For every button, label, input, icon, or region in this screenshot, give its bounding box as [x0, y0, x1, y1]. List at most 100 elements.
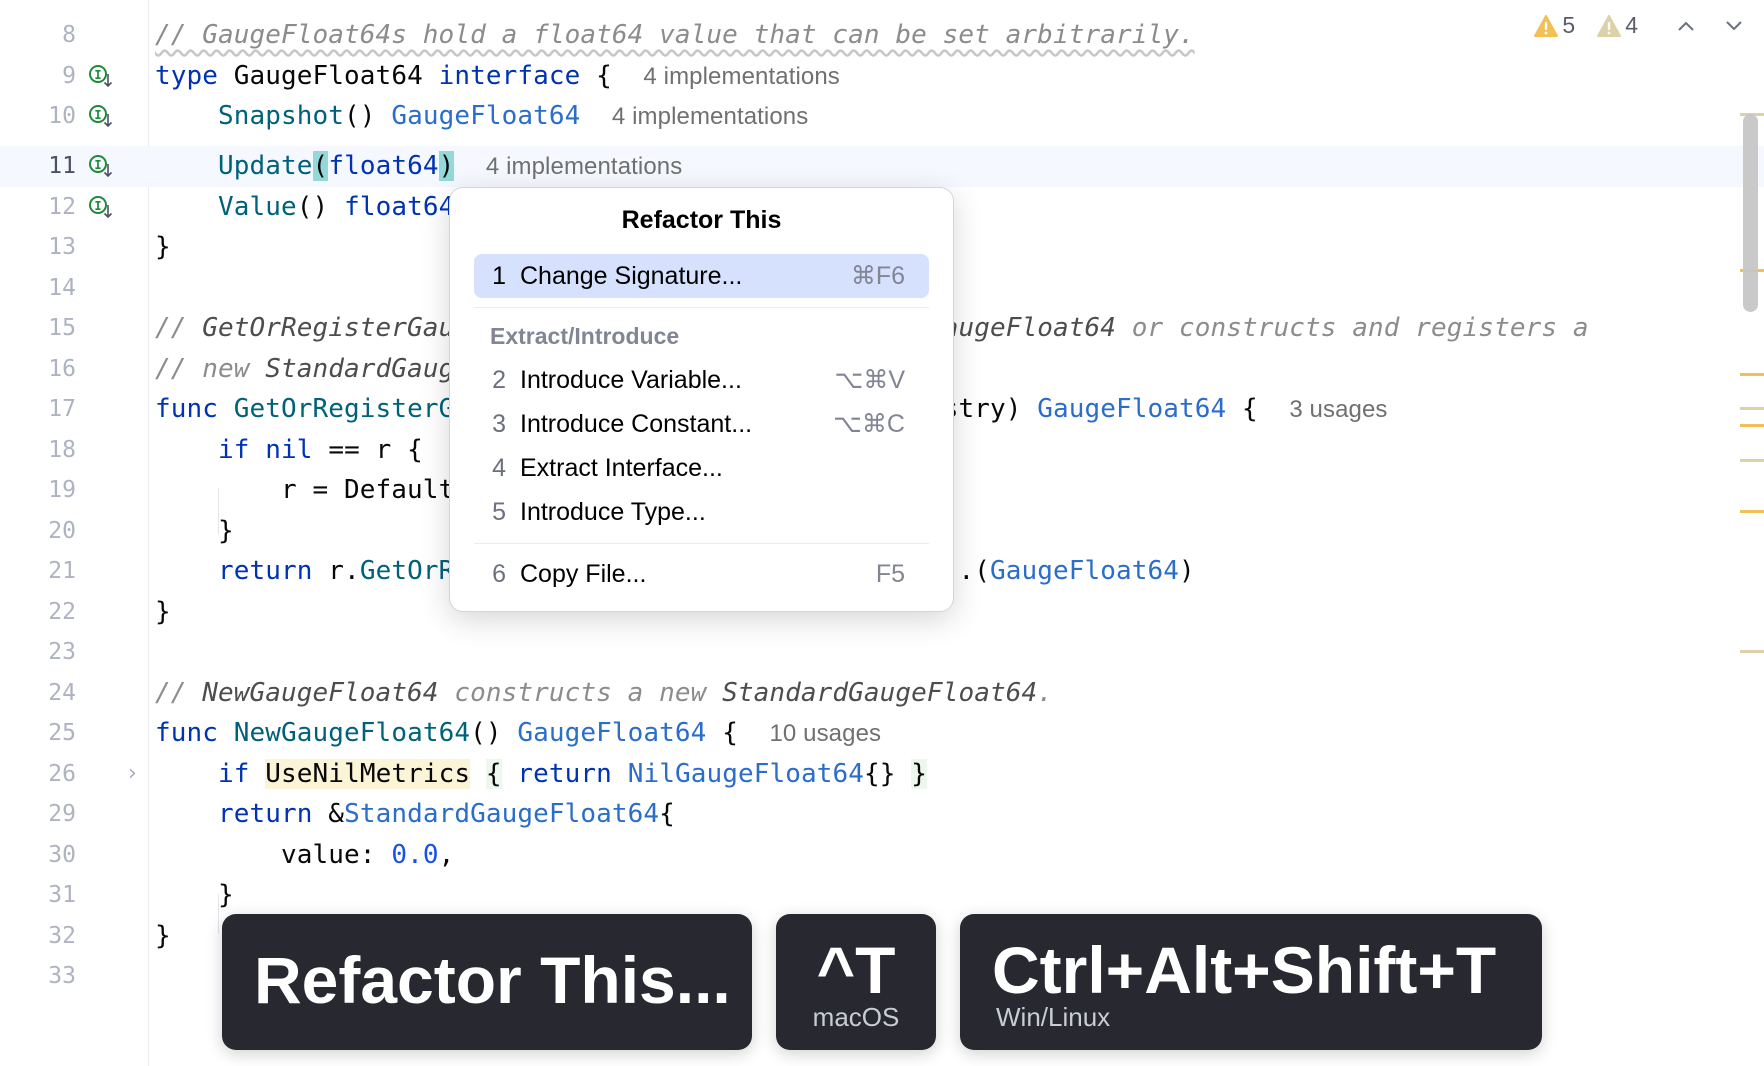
line-number: 32 [48, 922, 76, 949]
line-number: 9 [62, 62, 76, 89]
keyword: func [155, 718, 219, 748]
code-line: 23 [0, 632, 1764, 673]
menu-item-shortcut: ⌥⌘V [834, 366, 905, 394]
code-text[interactable]: } [155, 875, 234, 916]
code-text[interactable]: value: 0.0, [155, 835, 454, 876]
line-number: 24 [48, 679, 76, 706]
line-number: 23 [48, 639, 76, 665]
keyword: if [218, 434, 250, 465]
type-ref: GaugeFloat64 [1037, 394, 1227, 424]
code-text[interactable]: // GaugeFloat64s hold a float64 value th… [155, 15, 1195, 56]
indent-guide [218, 488, 219, 534]
previous-highlight-button[interactable] [1674, 14, 1698, 38]
line-number: 18 [48, 436, 76, 463]
code-text[interactable]: if nil == r { [155, 430, 423, 471]
svg-text:I: I [94, 199, 101, 213]
field-key: value: [281, 839, 392, 870]
implemented-icon[interactable]: I [88, 195, 114, 219]
line-number: 25 [48, 720, 76, 746]
menu-item-number: 6 [492, 559, 506, 588]
code-text[interactable]: } [155, 592, 171, 633]
code-line: 10 I Snapshot() GaugeFloat64 4 implement… [0, 96, 1764, 137]
line-number: 13 [48, 234, 76, 260]
implementations-hint[interactable]: 4 implementations [486, 153, 682, 180]
brace: { [659, 799, 675, 829]
menu-item-introduce-variable[interactable]: 2 Introduce Variable... ⌥⌘V [474, 358, 929, 402]
code-line: 31 } [0, 875, 1764, 916]
chevron-up-icon [1678, 21, 1694, 31]
implementations-hint[interactable]: 4 implementations [643, 63, 839, 90]
folded-brace: } [911, 758, 928, 789]
implemented-icon[interactable]: I [88, 154, 114, 178]
warning-marker[interactable] [1740, 424, 1764, 427]
menu-item-introduce-constant[interactable]: 3 Introduce Constant... ⌥⌘C [474, 402, 929, 446]
code-text[interactable]: Value() float64 [155, 187, 454, 228]
line-number: 11 [48, 153, 76, 179]
win-shortcut-overlay: Ctrl+Alt+Shift+T Win/Linux [960, 914, 1542, 1050]
menu-item-number: 4 [492, 453, 506, 482]
highlighted-identifier: UseNilMetrics [265, 758, 471, 789]
warnings-indicator[interactable]: 5 [1534, 12, 1575, 39]
menu-item-label: Extract Interface... [520, 453, 723, 482]
implementations-hint[interactable]: 4 implementations [612, 103, 808, 130]
menu-group-label: Extract/Introduce [490, 323, 680, 349]
menu-item-extract-interface[interactable]: 4 Extract Interface... [474, 446, 929, 490]
code-line: 25 func NewGaugeFloat64() GaugeFloat64 {… [0, 713, 1764, 754]
line-number: 15 [48, 315, 76, 341]
warning-marker[interactable] [1740, 373, 1764, 376]
type-ref: NilGaugeFloat64 [627, 758, 864, 789]
type-ref: GaugeFloat64 [989, 556, 1180, 586]
code-text[interactable]: } [155, 511, 234, 552]
comment-ref: GaugeFloat64 [926, 313, 1116, 343]
usages-hint[interactable]: 3 usages [1289, 396, 1387, 423]
comment: // [155, 677, 203, 708]
code-text[interactable]: type GaugeFloat64 interface { 4 implemen… [155, 56, 840, 98]
code-text[interactable]: } [155, 227, 171, 268]
comment: // [155, 313, 203, 343]
line-number: 10 [48, 103, 76, 129]
weak-warning-marker[interactable] [1740, 459, 1764, 462]
code-text[interactable]: return &StandardGaugeFloat64{ [155, 794, 675, 835]
code-text[interactable]: // NewGaugeFloat64 constructs a new Stan… [155, 673, 1053, 714]
warning-marker[interactable] [1740, 510, 1764, 513]
menu-item-shortcut: ⌘F6 [850, 262, 905, 290]
menu-item-number: 3 [492, 409, 506, 438]
code-line: 9 I type GaugeFloat64 interface { 4 impl… [0, 56, 1764, 97]
code-text[interactable]: func NewGaugeFloat64() GaugeFloat64 { 10… [155, 713, 881, 755]
code-line: 8 // GaugeFloat64s hold a float64 value … [0, 15, 1764, 56]
type-ref: float64 [344, 191, 455, 222]
warnings-count: 5 [1562, 12, 1576, 38]
weak-warning-marker[interactable] [1740, 407, 1764, 410]
menu-item-number: 5 [492, 497, 506, 526]
implemented-icon[interactable]: I [88, 104, 114, 128]
code-line: 26 › if UseNilMetrics { return NilGaugeF… [0, 754, 1764, 795]
implemented-icon[interactable]: I [88, 64, 114, 88]
comment: // new [155, 353, 266, 384]
weak-warnings-indicator[interactable]: 4 [1597, 12, 1638, 39]
menu-item-number: 2 [492, 365, 506, 394]
code-text[interactable]: Update(float64) 4 implementations [155, 146, 682, 188]
parens: () [470, 718, 502, 748]
code-fragment: , [438, 839, 455, 870]
weak-warning-marker[interactable] [1740, 650, 1764, 653]
usages-hint[interactable]: 10 usages [769, 720, 881, 747]
inspection-widget[interactable]: 5 4 [1534, 12, 1746, 39]
code-text[interactable]: } [155, 916, 171, 957]
line-number: 20 [48, 517, 76, 544]
code-text[interactable]: Snapshot() GaugeFloat64 4 implementation… [155, 96, 808, 138]
line-number: 12 [48, 193, 76, 220]
menu-item-copy-file[interactable]: 6 Copy File... F5 [474, 552, 929, 596]
code-line: 24 // NewGaugeFloat64 constructs a new S… [0, 673, 1764, 714]
menu-item-change-signature[interactable]: 1 Change Signature... ⌘F6 [474, 254, 929, 298]
parens: () [296, 191, 329, 222]
menu-item-introduce-type[interactable]: 5 Introduce Type... [474, 490, 929, 534]
fold-expand-icon[interactable]: › [128, 762, 142, 784]
line-number: 26 [48, 760, 76, 787]
next-highlight-button[interactable] [1722, 14, 1746, 38]
code-text[interactable]: if UseNilMetrics { return NilGaugeFloat6… [155, 754, 928, 795]
vertical-scrollbar-thumb[interactable] [1743, 114, 1758, 312]
win-label: Win/Linux [996, 1002, 1111, 1032]
refactor-this-popup: Refactor This 1 Change Signature... ⌘F6 … [449, 187, 954, 612]
method-name: Snapshot [218, 101, 345, 131]
keyword: func [155, 394, 219, 424]
